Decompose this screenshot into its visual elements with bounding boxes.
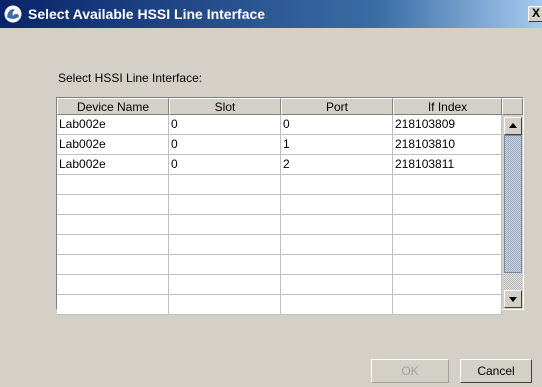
scroll-track[interactable] <box>504 135 522 290</box>
cell-device-name[interactable]: Lab002e <box>57 155 169 175</box>
column-header-slot[interactable]: Slot <box>169 98 281 115</box>
cell-slot[interactable] <box>169 215 281 235</box>
table-row[interactable]: Lab002e 0 0 218103809 <box>57 115 502 135</box>
cell-port[interactable] <box>281 215 393 235</box>
table-body: Lab002e 0 0 218103809 Lab002e 0 1 218103… <box>57 115 502 315</box>
cell-slot[interactable] <box>169 175 281 195</box>
cell-port[interactable] <box>281 255 393 275</box>
scroll-up-button[interactable] <box>504 117 522 135</box>
cell-device-name[interactable] <box>57 195 169 215</box>
column-header-if-index[interactable]: If Index <box>393 98 502 115</box>
cell-port[interactable] <box>281 195 393 215</box>
table-header: Device Name Slot Port If Index <box>57 98 502 115</box>
cell-port[interactable]: 2 <box>281 155 393 175</box>
cell-if-index[interactable] <box>393 175 502 195</box>
cell-slot[interactable] <box>169 195 281 215</box>
cell-if-index[interactable] <box>393 195 502 215</box>
table-row[interactable] <box>57 215 502 235</box>
vertical-scrollbar[interactable] <box>504 117 522 308</box>
table-row[interactable] <box>57 235 502 255</box>
cell-if-index[interactable] <box>393 255 502 275</box>
cell-port[interactable] <box>281 275 393 295</box>
table-row[interactable]: Lab002e 0 2 218103811 <box>57 155 502 175</box>
close-button[interactable]: X <box>528 6 542 22</box>
cell-port[interactable] <box>281 295 393 315</box>
scroll-down-button[interactable] <box>504 290 522 308</box>
cell-port[interactable] <box>281 175 393 195</box>
cell-if-index[interactable] <box>393 295 502 315</box>
table-row[interactable] <box>57 175 502 195</box>
cell-port[interactable]: 0 <box>281 115 393 135</box>
table-row[interactable]: Lab002e 0 1 218103810 <box>57 135 502 155</box>
cell-device-name[interactable] <box>57 215 169 235</box>
cell-slot[interactable] <box>169 255 281 275</box>
column-header-device-name[interactable]: Device Name <box>57 98 169 115</box>
window-title: Select Available HSSI Line Interface <box>28 6 266 22</box>
cell-device-name[interactable] <box>57 275 169 295</box>
cell-device-name[interactable] <box>57 295 169 315</box>
cell-slot[interactable] <box>169 295 281 315</box>
cell-device-name[interactable] <box>57 235 169 255</box>
cell-if-index[interactable] <box>393 215 502 235</box>
header-corner <box>502 98 523 115</box>
cell-if-index[interactable]: 218103810 <box>393 135 502 155</box>
cell-port[interactable]: 1 <box>281 135 393 155</box>
cell-if-index[interactable]: 218103811 <box>393 155 502 175</box>
cell-slot[interactable]: 0 <box>169 135 281 155</box>
app-icon <box>3 4 23 24</box>
scroll-thumb[interactable] <box>504 135 522 273</box>
interface-table: Device Name Slot Port If Index Lab002e 0… <box>56 97 524 315</box>
cell-if-index[interactable] <box>393 275 502 295</box>
cell-if-index[interactable] <box>393 235 502 255</box>
cell-device-name[interactable] <box>57 255 169 275</box>
ok-button[interactable]: OK <box>371 359 449 383</box>
arrow-down-icon <box>509 297 517 302</box>
cell-device-name[interactable]: Lab002e <box>57 115 169 135</box>
cell-slot[interactable] <box>169 235 281 255</box>
title-bar[interactable]: Select Available HSSI Line Interface <box>0 0 542 28</box>
table-row[interactable] <box>57 255 502 275</box>
cell-device-name[interactable] <box>57 175 169 195</box>
arrow-up-icon <box>509 123 517 128</box>
cell-slot[interactable]: 0 <box>169 155 281 175</box>
cell-port[interactable] <box>281 235 393 255</box>
column-header-port[interactable]: Port <box>281 98 393 115</box>
table-row[interactable] <box>57 195 502 215</box>
cell-if-index[interactable]: 218103809 <box>393 115 502 135</box>
cell-slot[interactable] <box>169 275 281 295</box>
prompt-label: Select HSSI Line Interface: <box>58 71 203 85</box>
cell-slot[interactable]: 0 <box>169 115 281 135</box>
table-row[interactable] <box>57 295 502 315</box>
close-icon: X <box>531 6 540 20</box>
table-row[interactable] <box>57 275 502 295</box>
cancel-button[interactable]: Cancel <box>460 359 532 383</box>
cell-device-name[interactable]: Lab002e <box>57 135 169 155</box>
